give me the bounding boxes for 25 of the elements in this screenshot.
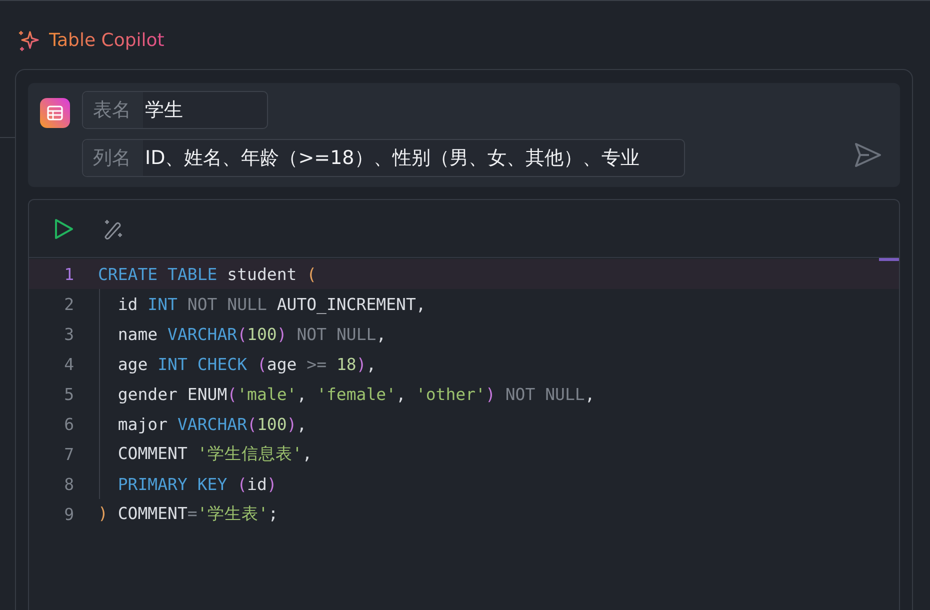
play-icon[interactable] [54,218,74,240]
code-line: major VARCHAR(100), [116,414,307,434]
line-number: 3 [63,324,75,344]
send-icon[interactable] [853,141,883,169]
text-field[interactable]: 列名 ID、姓名、年龄（>=18）、性别（男、女、其他）、专业 [82,139,685,177]
line-number: 6 [63,414,75,434]
code-line: id INT NOT NULL AUTO_INCREMENT, [116,294,426,314]
code-line: COMMENT '学生信息表', [116,443,312,465]
table-icon [40,98,70,128]
line-number: 8 [63,474,75,494]
panel-title: Table Copilot [49,30,164,51]
sparkle-icon [17,28,41,52]
line-number: 2 [63,294,75,314]
code-line: CREATE TABLE student ( [98,264,317,284]
line-number: 4 [63,354,75,374]
line-number: 7 [63,444,75,464]
code-line: age INT CHECK (age >= 18), [116,354,376,374]
line-number: 1 [63,264,75,284]
code-line: ) COMMENT='学生表'; [98,503,278,525]
code-line: PRIMARY KEY (id) [116,474,277,494]
code-line: name VARCHAR(100) NOT NULL, [116,324,386,344]
line-number: 5 [63,384,75,404]
line-number: 9 [63,504,75,524]
text-field[interactable]: 表名 学生 [82,91,268,129]
code-line: gender ENUM('male', 'female', 'other') NOT NULL, [116,384,595,404]
